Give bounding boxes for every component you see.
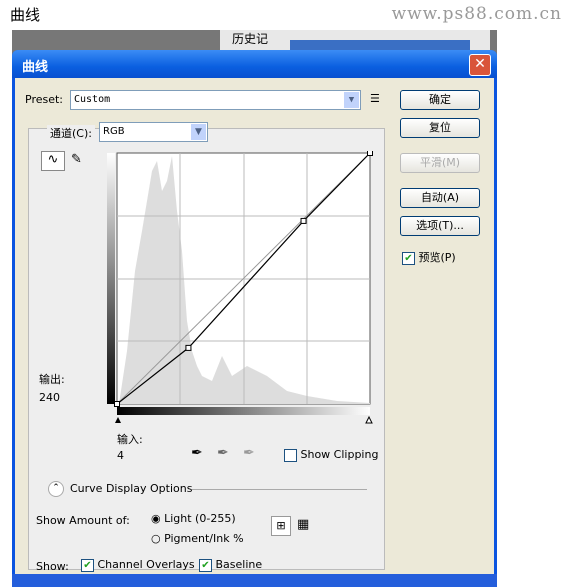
taskbar — [12, 574, 497, 587]
dialog-body: Preset: Custom ▼ ☰ 确定 复位 平滑(M) 自动(A) 选项(T… — [15, 78, 494, 580]
curve-control-point[interactable] — [367, 151, 373, 156]
curve-control-point[interactable] — [185, 344, 192, 351]
watermark: www.ps88.com.cn — [391, 4, 562, 24]
reset-button[interactable]: 复位 — [400, 118, 480, 138]
ok-button[interactable]: 确定 — [400, 90, 480, 110]
preset-value: Custom — [74, 94, 111, 105]
white-point-slider[interactable] — [365, 415, 373, 424]
detailed-grid-icon[interactable]: ▦ — [297, 517, 309, 532]
channel-overlays-label: Channel Overlays — [97, 558, 195, 571]
check-icon: ✔ — [402, 251, 415, 265]
curves-dialog: 曲线 ✕ Preset: Custom ▼ ☰ 确定 复位 平滑(M) 自动(A)… — [12, 50, 497, 580]
divider — [192, 489, 367, 490]
show-label: Show: — [36, 560, 69, 573]
history-label: 历史记 — [232, 32, 269, 46]
light-label: Light (0-255) — [164, 512, 236, 525]
output-gradient — [107, 153, 115, 404]
close-icon[interactable]: ✕ — [469, 54, 491, 76]
curve-control-point[interactable] — [114, 401, 120, 407]
title-bar: 曲线 ✕ — [12, 50, 497, 78]
preview-label: 预览(P) — [418, 251, 456, 264]
preset-select[interactable]: Custom ▼ — [70, 90, 361, 110]
white-eyedropper-icon[interactable]: ✒ — [243, 445, 255, 461]
output-value: 240 — [39, 391, 60, 404]
curve-graph[interactable] — [107, 151, 377, 433]
chevron-down-icon: ▼ — [344, 92, 359, 108]
pencil-icon[interactable]: ✎ — [71, 152, 82, 167]
baseline-label: Baseline — [215, 558, 263, 571]
curves-panel: 通道(C): RGB ▼ ∿ ✎ 输出: 240 输入: 4 ✒ ✒ ✒ Show… — [28, 122, 385, 573]
show-amount-label: Show Amount of: — [36, 514, 130, 527]
preset-label: Preset: — [25, 93, 64, 106]
show-clipping-checkbox[interactable]: Show Clipping — [284, 448, 378, 462]
output-label: 输出: — [39, 373, 65, 386]
pigment-label: Pigment/Ink % — [164, 532, 244, 545]
channel-select[interactable]: RGB ▼ — [99, 122, 208, 142]
curve-display-options-label: Curve Display Options — [70, 482, 193, 495]
channel-overlays-checkbox[interactable]: ✔ Channel Overlays — [81, 558, 195, 572]
dialog-title: 曲线 — [22, 60, 49, 75]
chevron-down-icon: ▼ — [191, 124, 206, 140]
channel-value: RGB — [103, 126, 125, 137]
smooth-button[interactable]: 平滑(M) — [400, 153, 480, 173]
gray-eyedropper-icon[interactable]: ✒ — [217, 445, 229, 461]
preview-checkbox[interactable]: ✔ 预览(P) — [402, 249, 456, 265]
pigment-radio[interactable]: ○ Pigment/Ink % — [151, 532, 244, 545]
simple-grid-icon[interactable]: ⊞ — [271, 516, 291, 536]
curve-control-point[interactable] — [300, 217, 307, 224]
baseline-checkbox[interactable]: ✔ Baseline — [199, 558, 262, 572]
input-value: 4 — [117, 449, 124, 462]
collapse-icon[interactable]: ⌃ — [48, 481, 64, 497]
check-icon: ✔ — [199, 558, 212, 572]
light-radio[interactable]: ◉ Light (0-255) — [151, 512, 236, 525]
auto-button[interactable]: 自动(A) — [400, 188, 480, 208]
black-point-slider[interactable] — [115, 417, 121, 423]
input-label: 输入: — [117, 433, 143, 446]
channel-label: 通道(C): — [47, 125, 95, 141]
document-title: 曲线 — [10, 6, 41, 24]
show-clipping-label: Show Clipping — [300, 448, 379, 461]
curve-tool-icon[interactable]: ∿ — [41, 151, 65, 171]
input-gradient — [117, 407, 370, 415]
checkbox-box — [284, 448, 297, 462]
preset-options-icon[interactable]: ☰ — [370, 92, 380, 105]
black-eyedropper-icon[interactable]: ✒ — [191, 445, 203, 461]
check-icon: ✔ — [81, 558, 94, 572]
options-button[interactable]: 选项(T)... — [400, 216, 480, 236]
